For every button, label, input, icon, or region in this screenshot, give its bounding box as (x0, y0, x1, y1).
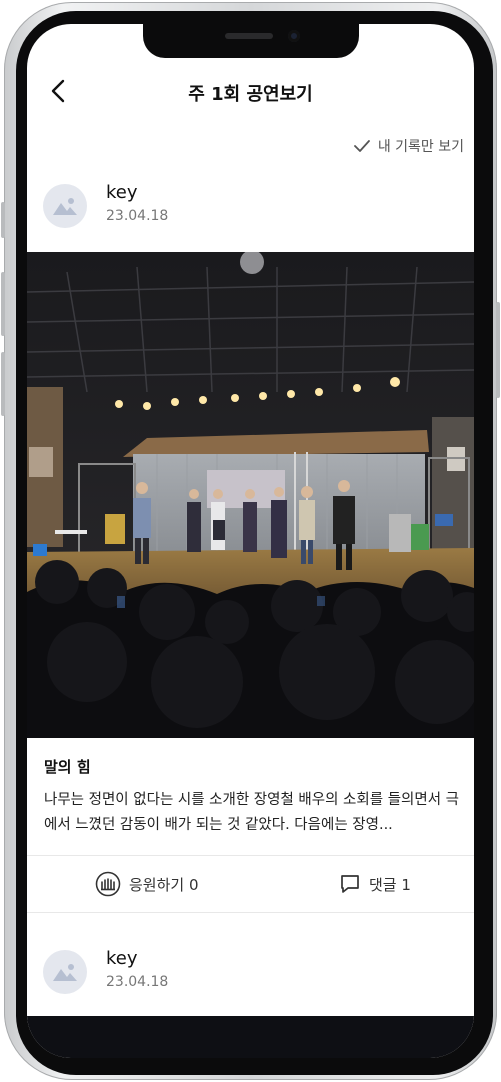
notch (143, 24, 359, 58)
page-title: 주 1회 공연보기 (188, 84, 313, 105)
check-icon (353, 140, 370, 152)
post-username[interactable]: key (106, 182, 138, 203)
volume-down-button (1, 352, 5, 416)
app-header: 주 1회 공연보기 (27, 68, 474, 116)
image-placeholder-icon (53, 198, 77, 215)
volume-up-button (1, 272, 5, 336)
power-button (496, 302, 500, 398)
audience-clap-icon (95, 871, 121, 897)
avatar[interactable] (43, 184, 87, 228)
post-username[interactable]: key (106, 948, 138, 969)
post-title: 말의 힘 (44, 758, 91, 776)
filter-label: 내 기록만 보기 (377, 139, 464, 155)
mute-switch (1, 202, 5, 238)
post-photo[interactable] (27, 252, 474, 738)
front-camera (288, 30, 300, 42)
comment-label: 댓글 1 (369, 875, 411, 894)
cheer-button[interactable]: 응원하기 0 (95, 871, 199, 897)
post-header: key 23.04.18 (27, 942, 474, 1002)
screen: 주 1회 공연보기 내 기록만 보기 key 23.04.18 말의 힘 나무는… (27, 24, 474, 1058)
speech-bubble-icon (341, 875, 359, 893)
cheer-label: 응원하기 0 (129, 875, 199, 894)
theater-stage-photo (27, 252, 474, 738)
post-actions: 응원하기 0 댓글 1 (27, 856, 474, 912)
post-date: 23.04.18 (106, 208, 169, 224)
image-placeholder-icon (53, 964, 77, 981)
post-photo[interactable] (27, 1016, 474, 1058)
post-text[interactable]: 나무는 정면이 없다는 시를 소개한 장영철 배우의 소회를 들의면서 극에서 … (44, 788, 462, 838)
divider (27, 912, 474, 913)
my-records-filter[interactable]: 내 기록만 보기 (353, 134, 464, 158)
comment-button[interactable]: 댓글 1 (339, 872, 411, 896)
avatar[interactable] (43, 950, 87, 994)
post-date: 23.04.18 (106, 974, 169, 990)
speaker (225, 33, 273, 39)
post-header: key 23.04.18 (27, 176, 474, 236)
